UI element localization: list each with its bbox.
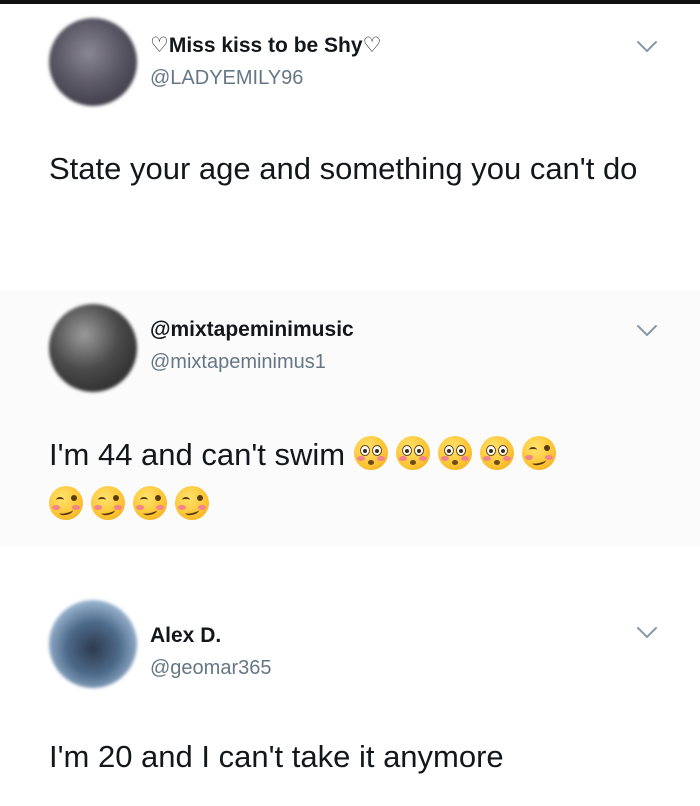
user-info: ♡Miss kiss to be Shy♡ @LADYEMILY96: [150, 34, 381, 90]
avatar[interactable]: [49, 600, 137, 688]
user-info: @mixtapeminimusic @mixtapeminimus1: [150, 318, 354, 374]
display-name[interactable]: @mixtapeminimusic: [150, 318, 354, 342]
display-name[interactable]: Alex D.: [150, 624, 271, 648]
woozy-face-icon: [521, 436, 556, 470]
avatar[interactable]: [49, 304, 137, 392]
woozy-face-icon: [49, 486, 83, 520]
chevron-down-icon[interactable]: [636, 324, 658, 338]
flushed-face-icon: [479, 436, 514, 470]
tweet-text: State your age and something you can't d…: [49, 151, 638, 186]
flushed-face-icon: [395, 436, 430, 470]
chevron-down-icon[interactable]: [636, 626, 658, 640]
handle[interactable]: @mixtapeminimus1: [150, 350, 354, 374]
woozy-face-icon: [91, 486, 125, 520]
handle[interactable]: @LADYEMILY96: [150, 66, 381, 90]
user-info: Alex D. @geomar365: [150, 624, 271, 680]
tweet: ♡Miss kiss to be Shy♡ @LADYEMILY96 State…: [0, 4, 700, 266]
handle[interactable]: @geomar365: [150, 656, 271, 680]
tweet-text: I'm 44 and can't swim: [49, 430, 659, 530]
tweet-text: I'm 20 and I can't take it anymore: [49, 739, 504, 774]
tweet-text-content: I'm 44 and can't swim: [49, 437, 354, 472]
flushed-face-icon: [437, 436, 472, 470]
tweet: @mixtapeminimusic @mixtapeminimus1 I'm 4…: [0, 290, 700, 546]
chevron-down-icon[interactable]: [636, 40, 658, 54]
flushed-face-icon: [353, 436, 388, 470]
display-name[interactable]: ♡Miss kiss to be Shy♡: [150, 34, 381, 58]
woozy-face-icon: [133, 486, 167, 520]
tweet: Alex D. @geomar365 I'm 20 and I can't ta…: [0, 582, 700, 806]
woozy-face-icon: [175, 486, 209, 520]
avatar[interactable]: [49, 18, 137, 106]
